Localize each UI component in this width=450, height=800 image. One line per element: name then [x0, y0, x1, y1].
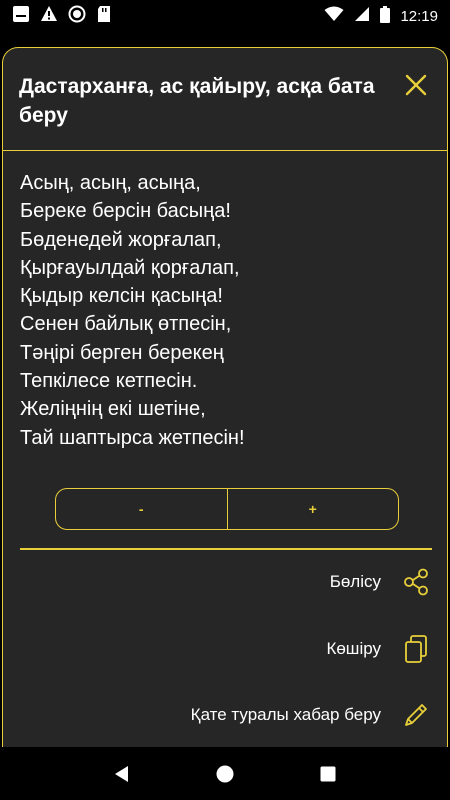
- share-icon: [401, 567, 431, 597]
- back-icon: [114, 766, 128, 782]
- blessing-line: Сенен байлық өтпесін,: [20, 313, 232, 336]
- blessing-line: Тәңірі берген берекең: [20, 341, 224, 364]
- copy-button[interactable]: Көшіру: [326, 634, 431, 664]
- blessing-line: Тай шаптырса жетпесін!: [20, 426, 245, 449]
- close-button[interactable]: [401, 70, 431, 100]
- home-icon: [216, 765, 234, 783]
- blessing-line: Бөденедей жорғалап,: [20, 228, 222, 251]
- wifi-icon: [324, 6, 344, 26]
- font-size-control: - +: [55, 488, 399, 530]
- home-button[interactable]: [210, 759, 240, 789]
- pencil-icon: [401, 700, 431, 730]
- record-icon: [68, 5, 86, 28]
- share-label: Бөлісу: [329, 572, 381, 591]
- close-icon: [405, 74, 427, 96]
- status-left: [12, 5, 112, 28]
- blessing-line: Асың, асың, асыңа,: [20, 172, 201, 194]
- blessing-line: Желіңнің екі шетіне,: [20, 398, 206, 421]
- sd-card-icon: [96, 5, 112, 28]
- divider: [20, 548, 432, 550]
- battery-icon: [380, 5, 391, 27]
- blessing-line: Қырғауылдай қорғалап,: [20, 256, 240, 279]
- report-label: Қате туралы хабар беру: [190, 705, 381, 724]
- increase-font-button[interactable]: +: [226, 489, 399, 529]
- recents-icon: [320, 766, 336, 782]
- blessing-sheet: Дастарханға, ас қайыру, асқа бата беру А…: [2, 47, 448, 747]
- recents-button[interactable]: [313, 759, 343, 789]
- share-button[interactable]: Бөлісу: [330, 567, 431, 597]
- blessing-line: Қыдыр келсін қасыңа!: [20, 285, 223, 308]
- copy-label: Көшіру: [326, 639, 381, 658]
- navigation-bar: [0, 748, 450, 800]
- signal-icon: [354, 6, 370, 26]
- sheet-header: Дастарханға, ас қайыру, асқа бата беру: [3, 48, 447, 151]
- blessing-line: Тепкілесе кетпесін.: [20, 370, 198, 393]
- status-bar: 12:19: [0, 0, 450, 32]
- decrease-font-button[interactable]: -: [56, 489, 227, 529]
- warning-icon: [40, 5, 58, 28]
- blessing-line: Береке берсін басыңа!: [20, 200, 231, 223]
- notification-icon: [12, 5, 30, 28]
- report-error-button[interactable]: Қате туралы хабар беру: [191, 700, 431, 730]
- status-time: 12:19: [400, 7, 438, 25]
- blessing-text: Асың, асың, асыңа, Береке берсін басыңа!…: [20, 169, 420, 452]
- copy-icon: [401, 634, 431, 664]
- status-right: 12:19: [324, 5, 438, 27]
- back-button[interactable]: [107, 759, 137, 789]
- sheet-title: Дастарханға, ас қайыру, асқа бата беру: [19, 75, 375, 127]
